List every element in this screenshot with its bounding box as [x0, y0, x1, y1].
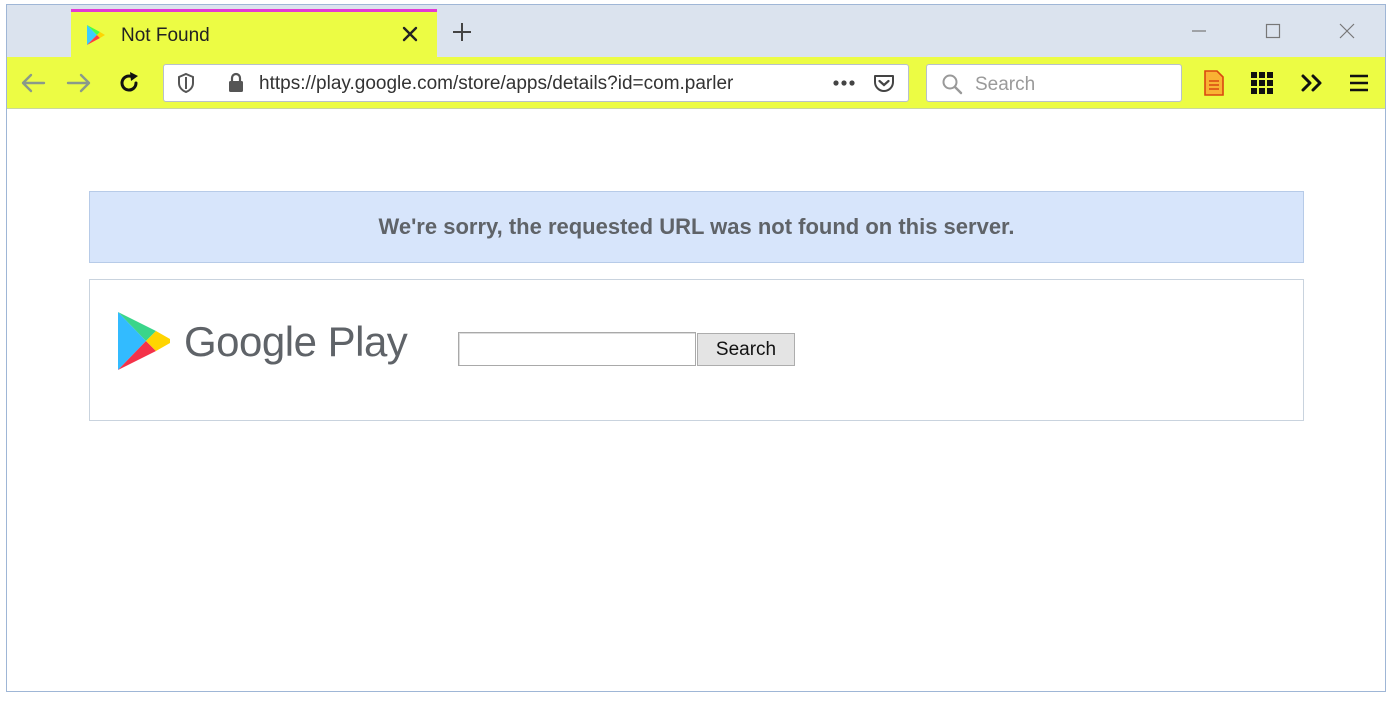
- search-button[interactable]: Search: [697, 333, 795, 366]
- magnifier-icon: [942, 74, 963, 95]
- search-input[interactable]: [458, 332, 696, 366]
- error-banner: We're sorry, the requested URL was not f…: [89, 191, 1304, 263]
- overflow-button[interactable]: [1294, 65, 1330, 101]
- maximize-icon: [1265, 23, 1281, 39]
- error-message: We're sorry, the requested URL was not f…: [378, 214, 1015, 239]
- shield-icon[interactable]: [174, 71, 198, 95]
- minimize-icon: [1192, 30, 1206, 32]
- plus-icon: [453, 23, 471, 41]
- forward-button[interactable]: [61, 65, 97, 101]
- page-content: We're sorry, the requested URL was not f…: [7, 109, 1385, 691]
- maximize-button[interactable]: [1255, 13, 1291, 49]
- google-play-icon: [87, 25, 105, 45]
- tab-strip: Not Found: [7, 5, 1385, 57]
- arrow-left-icon: [21, 73, 46, 93]
- arrow-right-icon: [66, 73, 91, 93]
- tab-not-found[interactable]: Not Found: [71, 9, 437, 57]
- hamburger-icon: [1350, 74, 1368, 92]
- window-close-button[interactable]: [1329, 13, 1365, 49]
- menu-button[interactable]: [1341, 65, 1377, 101]
- url-bar[interactable]: https://play.google.com/store/apps/detai…: [163, 64, 909, 102]
- reload-icon: [120, 72, 138, 92]
- browser-window: Not Found https://play.google.com/store/…: [6, 4, 1386, 692]
- search-bar[interactable]: Search: [926, 64, 1182, 102]
- apps-button[interactable]: [1244, 65, 1280, 101]
- reload-button[interactable]: [111, 65, 147, 101]
- reader-view-button[interactable]: [1196, 65, 1232, 101]
- grid-icon: [1251, 72, 1273, 94]
- navigation-toolbar: https://play.google.com/store/apps/detai…: [7, 57, 1385, 109]
- minimize-button[interactable]: [1181, 13, 1217, 49]
- close-icon: [1339, 23, 1355, 39]
- new-tab-button[interactable]: [447, 17, 477, 47]
- pocket-icon[interactable]: [872, 71, 896, 95]
- more-dots-icon[interactable]: [832, 71, 856, 95]
- close-icon[interactable]: [395, 19, 425, 49]
- search-placeholder: Search: [975, 74, 1036, 95]
- lock-icon[interactable]: [224, 71, 248, 95]
- url-text[interactable]: https://play.google.com/store/apps/detai…: [259, 73, 825, 95]
- chevrons-right-icon: [1301, 74, 1322, 92]
- brand-name[interactable]: Google Play: [184, 318, 408, 366]
- tab-title: Not Found: [121, 25, 210, 46]
- google-play-logo-icon[interactable]: [116, 310, 172, 372]
- back-button[interactable]: [15, 65, 51, 101]
- google-play-header: Google Play Search: [89, 279, 1304, 421]
- document-icon: [1204, 70, 1224, 96]
